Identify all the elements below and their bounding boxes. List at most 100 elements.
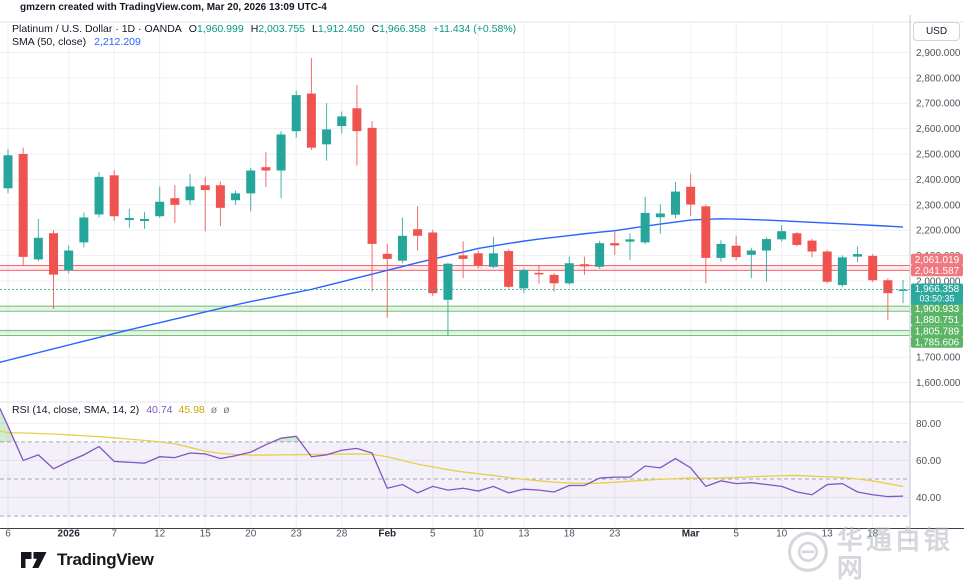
- alert-price-label-text: 1,900.933: [915, 304, 960, 315]
- sma-value: 2,212.209: [94, 36, 141, 48]
- candle-body: [352, 108, 361, 131]
- candle-body: [413, 229, 422, 236]
- candle-body: [368, 128, 377, 244]
- candle-body: [899, 290, 908, 291]
- symbol-title[interactable]: Platinum / U.S. Dollar · 1D · OANDA: [12, 23, 182, 35]
- brand-name: TradingView: [57, 550, 154, 570]
- time-axis-label: Mar: [682, 529, 700, 540]
- alert-price-label-text: 1,880.751: [915, 315, 960, 326]
- time-axis-label: 10: [473, 529, 485, 540]
- candle-body: [216, 185, 225, 208]
- candle-body: [34, 238, 43, 260]
- candle-body: [110, 175, 119, 216]
- time-axis-label: 20: [245, 529, 257, 540]
- candle-body: [808, 241, 817, 252]
- countdown-text: 03:50:35: [919, 294, 954, 304]
- tradingview-icon: [20, 550, 48, 570]
- candle-body: [868, 256, 877, 280]
- candle-body: [4, 155, 13, 188]
- price-axis-label: 1,700.000: [916, 353, 961, 364]
- rsi-ma-value: 45.98: [179, 404, 205, 416]
- change-value: +11.434 (+0.58%): [433, 23, 516, 35]
- candle-body: [838, 257, 847, 285]
- candle-body: [337, 116, 346, 126]
- time-axis-label: 13: [822, 529, 834, 540]
- candle-body: [762, 239, 771, 250]
- candle-body: [383, 254, 392, 259]
- candle-body: [641, 213, 650, 242]
- candle-body: [656, 213, 665, 217]
- candle-body: [79, 217, 88, 242]
- candle-body: [565, 263, 574, 283]
- time-axis-label: 10: [776, 529, 788, 540]
- candle-body: [459, 255, 468, 259]
- candle-body: [246, 171, 255, 194]
- candle-body: [19, 154, 28, 257]
- candle-body: [125, 218, 134, 220]
- attribution-text: gmzern created with TradingView.com, Mar…: [20, 2, 327, 13]
- price-axis-label: 2,500.000: [916, 150, 961, 161]
- candle-body: [519, 270, 528, 288]
- candle-body: [95, 177, 104, 215]
- candle-body: [64, 251, 73, 271]
- alert-price-label-text: 1,785.606: [915, 338, 960, 349]
- price-axis-label: 2,700.000: [916, 99, 961, 110]
- time-axis-label: 12: [154, 529, 166, 540]
- candle-body: [49, 233, 58, 274]
- candle-body: [443, 264, 452, 300]
- empty-set-icon: ø: [223, 404, 229, 416]
- time-axis-label: 6: [5, 529, 11, 540]
- time-axis-label: 5: [733, 529, 739, 540]
- candle-body: [261, 167, 270, 170]
- candle-body: [277, 134, 286, 170]
- candle-body: [732, 246, 741, 257]
- candle-body: [792, 233, 801, 245]
- footer-logo[interactable]: TradingView: [20, 550, 154, 570]
- price-axis-label: 1,600.000: [916, 378, 961, 389]
- price-axis-label: 2,300.000: [916, 200, 961, 211]
- tradingview-chart-window: 2,900.0002,800.0002,700.0002,600.0002,50…: [0, 0, 964, 582]
- time-axis-label: 2026: [58, 529, 81, 540]
- ohlc-close: C1,966.358: [372, 23, 426, 35]
- price-axis-label: 2,200.000: [916, 226, 961, 237]
- candle-body: [201, 185, 210, 190]
- rsi-value: 40.74: [146, 404, 172, 416]
- ohlc-low: L1,912.450: [312, 23, 365, 35]
- candle-body: [610, 243, 619, 245]
- candle-body: [428, 232, 437, 293]
- price-axis-label: 2,900.000: [916, 48, 961, 59]
- time-axis[interactable]: 6202671215202328Feb510131823Mar5101318: [5, 529, 878, 540]
- candle-body: [231, 193, 240, 200]
- candle-body: [170, 198, 179, 205]
- rsi-axis-label: 40.00: [916, 493, 941, 504]
- candle-body: [716, 244, 725, 258]
- candle-body: [595, 243, 604, 267]
- price-axis-label: 2,400.000: [916, 175, 961, 186]
- candle-body: [474, 253, 483, 265]
- alert-price-label-text: 2,061.019: [915, 255, 960, 266]
- time-axis-label: 18: [564, 529, 576, 540]
- rsi-axis-label: 60.00: [916, 456, 941, 467]
- time-axis-label: 7: [111, 529, 117, 540]
- candle-body: [292, 95, 301, 131]
- alert-price-label-text: 1,805.789: [915, 327, 960, 338]
- candle-body: [550, 275, 559, 283]
- candle-body: [823, 252, 832, 282]
- candle-body: [155, 202, 164, 216]
- candle-body: [322, 129, 331, 144]
- candle-body: [504, 251, 513, 287]
- rsi-label: RSI (14, close, SMA, 14, 2): [12, 404, 139, 416]
- currency-button[interactable]: USD: [913, 22, 960, 41]
- symbol-legend: Platinum / U.S. Dollar · 1D · OANDAO1,96…: [12, 23, 516, 35]
- candle-body: [777, 231, 786, 239]
- candle-body: [853, 254, 862, 257]
- candle-body: [671, 192, 680, 215]
- rsi-axis-label: 80.00: [916, 419, 941, 430]
- sma-legend[interactable]: SMA (50, close)2,212.209: [12, 36, 141, 48]
- candle-body: [489, 253, 498, 266]
- candle-body: [534, 273, 543, 275]
- time-axis-label: Feb: [378, 529, 396, 540]
- rsi-legend[interactable]: RSI (14, close, SMA, 14, 2)40.7445.98øø: [12, 404, 230, 416]
- chart-canvas[interactable]: 2,900.0002,800.0002,700.0002,600.0002,50…: [0, 0, 964, 582]
- ohlc-high: H2,003.755: [251, 23, 305, 35]
